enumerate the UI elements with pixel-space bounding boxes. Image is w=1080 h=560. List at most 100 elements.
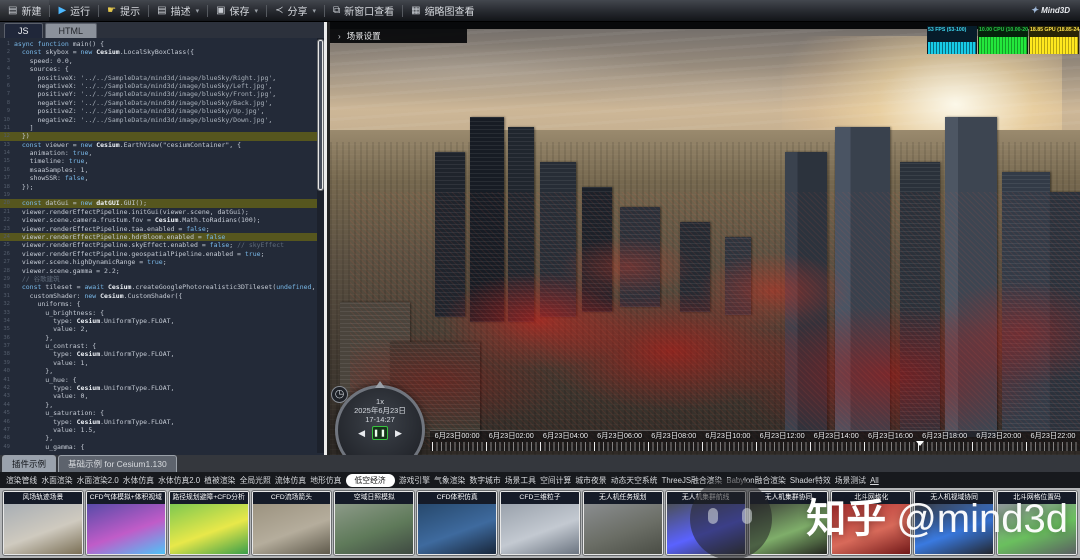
category-流体仿真[interactable]: 流体仿真 — [275, 475, 306, 486]
code-line[interactable]: 42 type: Cesium.UniformType.FLOAT, — [0, 384, 324, 392]
3d-viewport[interactable]: › 场景设置 53 FPS (53-100) 10.00 CPU (10.00-2… — [330, 22, 1080, 455]
toolbar-button-new-window[interactable]: ⧉ 新窗口查看 — [325, 0, 402, 21]
code-line[interactable]: 4 sources: { — [0, 65, 324, 73]
stat-meter[interactable]: 10.00 CPU (10.00-20) — [978, 26, 1028, 54]
code-line[interactable]: 35 value: 2, — [0, 325, 324, 333]
example-thumbnail[interactable]: 风场轨迹场景 — [2, 490, 84, 556]
category-全局光照[interactable]: 全局光照 — [240, 475, 271, 486]
timeline-current-marker[interactable] — [916, 441, 924, 446]
category-游戏引擎[interactable]: 游戏引擎 — [399, 475, 430, 486]
category-all[interactable]: All — [870, 476, 879, 485]
category-数字城市[interactable]: 数字城市 — [469, 475, 500, 486]
code-line[interactable]: 5 positiveX: '../../SampleData/mind3d/im… — [0, 74, 324, 82]
code-line[interactable]: 17 showSSR: false, — [0, 174, 324, 182]
code-line[interactable]: 26 viewer.renderEffectPipeline.geospatia… — [0, 250, 324, 258]
code-line[interactable]: 24 viewer.renderEffectPipeline.hdrBloom.… — [0, 232, 324, 242]
code-line[interactable]: 45 u_saturation: { — [0, 409, 324, 417]
pause-button[interactable]: ❚❚ — [372, 426, 388, 440]
code-line[interactable]: 37 u_contrast: { — [0, 342, 324, 350]
toolbar-button-describe[interactable]: ▤ 描述 ▾ — [149, 0, 207, 21]
code-line[interactable]: 1 async function main() { — [0, 40, 324, 48]
example-thumbnail[interactable]: 空域日照模拟 — [333, 490, 416, 556]
code-line[interactable]: 34 type: Cesium.UniformType.FLOAT, — [0, 317, 324, 325]
play-reverse-button[interactable]: ◀ — [358, 428, 365, 438]
category-动态天空系统[interactable]: 动态天空系统 — [611, 475, 658, 486]
code-line[interactable]: 40 }, — [0, 367, 324, 375]
code-line[interactable]: 9 positiveZ: '../../SampleData/mind3d/im… — [0, 107, 324, 115]
code-line[interactable]: 39 value: 1, — [0, 359, 324, 367]
code-line[interactable]: 32 uniforms: { — [0, 300, 324, 308]
code-line[interactable]: 20 const datGui = new datGUI.GUI(); — [0, 199, 324, 208]
code-line[interactable]: 49 u_gamma: { — [0, 443, 324, 451]
code-line[interactable]: 30 const tileset = await Cesium.createGo… — [0, 283, 324, 291]
toolbar-button-share[interactable]: ≺ 分享 ▾ — [267, 0, 324, 21]
example-thumbnail[interactable]: 无人机任务规划 — [581, 490, 664, 556]
code-line[interactable]: 19 — [0, 191, 324, 199]
shuttle-ring-pointer[interactable] — [375, 381, 385, 388]
clock-button[interactable]: ◷ — [331, 386, 348, 403]
category-植被渲染[interactable]: 植被渲染 — [204, 475, 235, 486]
code-line[interactable]: 22 viewer.scene.camera.frustum.fov = Ces… — [0, 216, 324, 224]
toolbar-button-save[interactable]: ▣ 保存 ▾ — [208, 0, 266, 21]
example-thumbnail[interactable]: CFD体积仿真 — [416, 490, 499, 556]
category-地形仿真[interactable]: 地形仿真 — [310, 475, 341, 486]
code-line[interactable]: 33 u_brightness: { — [0, 309, 324, 317]
code-line[interactable]: 21 viewer.renderEffectPipeline.initGui(v… — [0, 208, 324, 216]
code-line[interactable]: 11 ] — [0, 124, 324, 132]
editor-tab-js[interactable]: JS — [4, 23, 43, 38]
examples-tab[interactable]: 插件示例 — [2, 455, 57, 472]
code-area[interactable]: 1 async function main() {2 const skybox =… — [0, 38, 324, 453]
example-thumbnail[interactable]: CFD三维粒子 — [499, 490, 581, 556]
scene-settings-panel[interactable]: › 场景设置 — [330, 29, 467, 43]
code-line[interactable]: 25 viewer.renderEffectPipeline.skyEffect… — [0, 241, 324, 249]
scrollbar-thumb[interactable] — [317, 39, 324, 191]
code-line[interactable]: 7 positiveY: '../../SampleData/mind3d/im… — [0, 90, 324, 98]
category-渲染管线[interactable]: 渲染管线 — [6, 475, 37, 486]
code-line[interactable]: 8 negativeY: '../../SampleData/mind3d/im… — [0, 99, 324, 107]
code-line[interactable]: 10 negativeZ: '../../SampleData/mind3d/i… — [0, 116, 324, 124]
timeline-bar[interactable]: 6月23日00:00 6月23日02:00 6月23日04:00 6月23日06:00… — [430, 430, 1080, 451]
category-水体仿真2.0[interactable]: 水体仿真2.0 — [158, 475, 200, 486]
example-thumbnail[interactable]: 路径规划避障+CFD分析 — [167, 490, 250, 556]
toolbar-button-new[interactable]: ▤ 新建 — [0, 0, 50, 21]
code-line[interactable]: 29 // 谷歌建筑 — [0, 275, 324, 283]
category-气象渲染[interactable]: 气象渲染 — [434, 475, 465, 486]
code-line[interactable]: 46 type: Cesium.UniformType.FLOAT, — [0, 418, 324, 426]
code-line[interactable]: 16 msaaSamples: 1, — [0, 166, 324, 174]
code-line[interactable]: 43 value: 0, — [0, 392, 324, 400]
code-line[interactable]: 13 const viewer = new Cesium.EarthView("… — [0, 141, 324, 149]
code-line[interactable]: 36 }, — [0, 334, 324, 342]
stat-meter[interactable]: 53 FPS (53-100) — [927, 26, 977, 54]
example-thumbnail[interactable]: CFD流场箭头 — [250, 490, 333, 556]
examples-tab[interactable]: 基础示例 for Cesium1.130 — [58, 455, 177, 472]
timeline-ruler[interactable] — [432, 442, 1078, 451]
category-空间计算[interactable]: 空间计算 — [540, 475, 571, 486]
code-line[interactable]: 14 animation: true, — [0, 149, 324, 157]
code-line[interactable]: 28 viewer.scene.gamma = 2.2; — [0, 267, 324, 275]
category-水体仿真[interactable]: 水体仿真 — [123, 475, 154, 486]
code-line[interactable]: 6 negativeX: '../../SampleData/mind3d/im… — [0, 82, 324, 90]
category-场景测试[interactable]: 场景测试 — [835, 475, 866, 486]
code-line[interactable]: 44 }, — [0, 401, 324, 409]
play-forward-button[interactable]: ▶ — [395, 428, 402, 438]
toolbar-button-run[interactable]: ▶ 运行 — [50, 0, 98, 21]
category-水面渲染2.0[interactable]: 水面渲染2.0 — [77, 475, 119, 486]
code-line[interactable]: 27 viewer.scene.highDynamicRange = true; — [0, 258, 324, 266]
editor-tab-html[interactable]: HTML — [44, 23, 98, 38]
toolbar-button-hint[interactable]: ☛ 提示 — [99, 0, 148, 21]
code-line[interactable]: 15 timeline: true, — [0, 157, 324, 165]
code-line[interactable]: 47 value: 1.5, — [0, 426, 324, 434]
toolbar-button-thumbnail-view[interactable]: ▦ 缩略图查看 — [403, 0, 482, 21]
category-城市夜景[interactable]: 城市夜景 — [575, 475, 606, 486]
example-thumbnail[interactable]: CFD气体模拟+体积视域 — [84, 490, 167, 556]
category-Shader特效[interactable]: Shader特效 — [790, 475, 831, 486]
stat-meter[interactable]: 18.85 GPU (18.85-24) — [1029, 26, 1079, 54]
category-水面渲染[interactable]: 水面渲染 — [41, 475, 72, 486]
code-line[interactable]: 2 const skybox = new Cesium.LocalSkyBoxC… — [0, 48, 324, 56]
editor-scrollbar[interactable] — [317, 38, 324, 453]
code-line[interactable]: 48 }, — [0, 434, 324, 442]
code-line[interactable]: 18 }); — [0, 183, 324, 191]
category-场景工具[interactable]: 场景工具 — [505, 475, 536, 486]
code-line[interactable]: 12 }) — [0, 132, 324, 141]
code-line[interactable]: 3 speed: 0.0, — [0, 57, 324, 65]
